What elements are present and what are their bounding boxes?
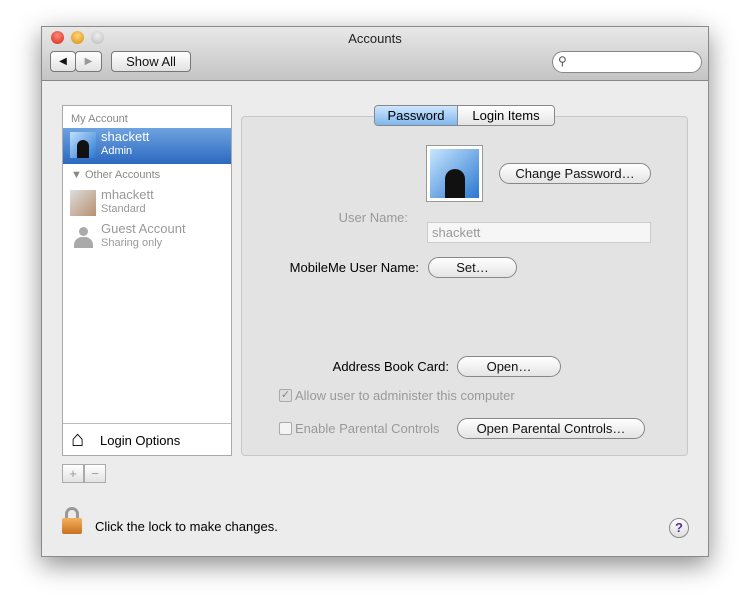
account-name: Guest Account: [101, 221, 186, 236]
other-accounts-label: Other Accounts: [84, 169, 161, 181]
account-item-shackett[interactable]: shackett Admin: [63, 128, 231, 164]
mobileme-label: MobileMe User Name:: [289, 260, 419, 275]
help-button[interactable]: ?: [669, 518, 689, 538]
toolbar: Accounts ◀ ▶ Show All ⚲: [42, 27, 708, 81]
allow-admin-label: Allow user to administer this computer: [295, 388, 515, 403]
add-account-button[interactable]: +: [62, 464, 84, 483]
guest-user-icon: [70, 224, 96, 250]
set-mobileme-button[interactable]: Set…: [428, 257, 517, 278]
accounts-window: Accounts ◀ ▶ Show All ⚲ My Account shack…: [41, 26, 709, 557]
user-name-field[interactable]: shackett: [427, 222, 651, 243]
lock-message: Click the lock to make changes.: [95, 519, 278, 534]
show-all-button[interactable]: Show All: [111, 51, 191, 72]
tab-password[interactable]: Password: [375, 106, 457, 125]
open-address-book-button[interactable]: Open…: [457, 356, 561, 377]
avatar: [70, 132, 96, 158]
back-button[interactable]: ◀: [50, 51, 76, 72]
forward-button[interactable]: ▶: [75, 51, 102, 72]
allow-admin-checkbox[interactable]: ✓: [279, 389, 292, 402]
login-options-label: Login Options: [100, 433, 181, 448]
account-item-guest[interactable]: Guest Account Sharing only: [63, 220, 231, 256]
avatar: [70, 190, 96, 216]
login-options-item[interactable]: ⌂ Login Options: [63, 423, 231, 456]
house-icon: ⌂: [71, 426, 85, 451]
account-name: shackett: [101, 129, 150, 144]
other-accounts-header[interactable]: ▼ Other Accounts: [71, 169, 160, 181]
tab-bar: Password Login Items: [374, 105, 555, 126]
parental-controls-label: Enable Parental Controls: [295, 421, 440, 436]
search-icon: ⚲: [558, 54, 567, 68]
change-password-button[interactable]: Change Password…: [499, 163, 651, 184]
accounts-list: My Account shackett Admin ▼ Other Accoun…: [62, 105, 232, 456]
account-item-mhackett[interactable]: mhackett Standard: [63, 186, 231, 222]
window-title: Accounts: [348, 31, 402, 46]
lock-icon[interactable]: [62, 507, 82, 535]
search-input[interactable]: ⚲: [552, 51, 702, 73]
remove-account-button[interactable]: −: [84, 464, 106, 483]
tab-login-items[interactable]: Login Items: [457, 106, 554, 125]
my-account-header: My Account: [71, 113, 128, 125]
account-role: Admin: [101, 145, 133, 157]
account-name: mhackett: [101, 187, 154, 202]
disclosure-triangle-icon: ▼: [71, 169, 85, 181]
account-role: Standard: [101, 203, 146, 215]
account-role: Sharing only: [101, 237, 163, 249]
parental-controls-checkbox[interactable]: [279, 422, 292, 435]
address-book-label: Address Book Card:: [332, 359, 449, 374]
user-name-label: User Name:: [338, 210, 408, 225]
open-parental-controls-button[interactable]: Open Parental Controls…: [457, 418, 645, 439]
user-picture[interactable]: [426, 145, 483, 202]
